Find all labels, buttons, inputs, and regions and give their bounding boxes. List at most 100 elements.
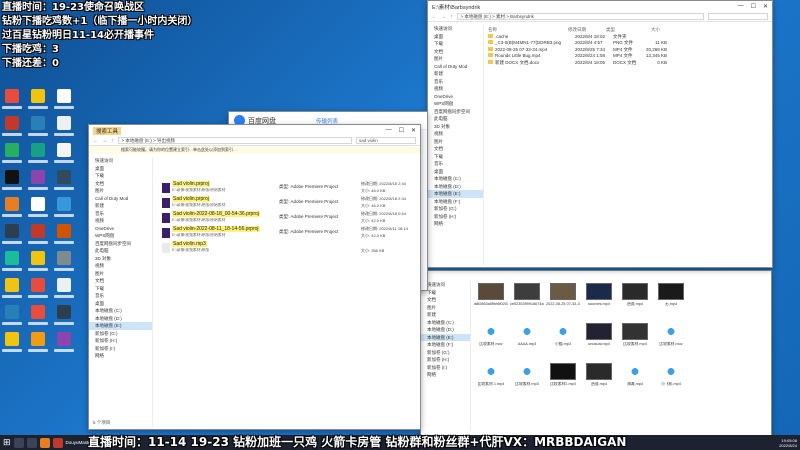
desktop-icon[interactable] (0, 115, 24, 140)
file-thumbnail[interactable]: 小猫.mp3 (545, 323, 581, 361)
nav-item[interactable]: 图片 (428, 55, 483, 63)
nav-item[interactable]: 3D 对象 (89, 255, 152, 263)
file-thumbnail[interactable]: 2022-08-25 07-33-34.mp4 (545, 283, 581, 321)
nav-item[interactable]: Call of Duty Mod (428, 63, 483, 71)
desktop-icon[interactable] (52, 277, 76, 302)
file-thumbnail[interactable]: 比较素材.mov (473, 323, 509, 361)
file-thumbnail[interactable]: 逍遥.mp4 (581, 363, 617, 401)
desktop-icon[interactable] (26, 115, 50, 140)
nav-item[interactable]: 下载 (421, 289, 470, 297)
explorer-top-window[interactable]: E:\素材\Barbsyndrik — ☐ ✕ ← → ↑ > 本地磁盘 (E:) > … (427, 0, 773, 268)
nav-item[interactable]: 下载 (89, 285, 152, 293)
nav-item[interactable]: 桌面 (428, 33, 483, 41)
nav-item[interactable]: 图片 (89, 187, 152, 195)
nav-item[interactable]: 此电脑 (428, 115, 483, 123)
up-icon[interactable]: ↑ (111, 138, 114, 144)
address-bar[interactable]: > 本地磁盘 (E:) > 素材 > Barbsyndrik (456, 13, 704, 20)
desktop-icon[interactable] (0, 250, 24, 275)
nav-item[interactable]: 音乐 (428, 78, 483, 86)
nav-item[interactable]: 新加卷 (I:) (89, 345, 152, 353)
nav-item[interactable]: 桌面 (428, 168, 483, 176)
search-result[interactable]: Sad violin.prproj E:\录像\视频素材\原版\原始素材 类型: A… (161, 196, 416, 210)
desktop-icon[interactable] (26, 169, 50, 194)
nav-item[interactable]: 新加卷 (G:) (428, 205, 483, 213)
nav-item[interactable]: 文档 (89, 277, 152, 285)
file-thumbnail[interactable]: unusual.mp4 (581, 323, 617, 361)
nav-item[interactable]: 新建 (428, 70, 483, 78)
desktop-icon[interactable] (52, 223, 76, 248)
file-thumbnail[interactable]: ce5235399918674a66722f3b1c578b8b0d.gif (509, 283, 545, 321)
file-thumbnail[interactable]: sources.mp4 (581, 283, 617, 321)
nav-item[interactable]: 本地磁盘 (C:) (89, 307, 152, 315)
clock-date[interactable]: 2022/8/24 (779, 443, 797, 448)
desktop-icon[interactable] (0, 88, 24, 113)
nav-item[interactable]: 百度网盘同步空间 (89, 240, 152, 248)
app-icon[interactable] (52, 437, 63, 448)
desktop-icon[interactable] (52, 88, 76, 113)
explorer-search-window[interactable]: 搜索工具 — ☐ ✕ ← → ↑ > 本地磁盘 (E:) > 导出视频 sad viol… (88, 124, 421, 430)
nav-item[interactable]: OneDrive (89, 225, 152, 233)
file-thumbnail[interactable]: d8f2863a5f9e6f02539c1b11a65ad0037.gif (473, 283, 509, 321)
nav-item-selected[interactable]: 本地磁盘 (E:) (421, 333, 470, 341)
search-result[interactable]: Sad violin.prproj E:\录像\视频素材\原版\原始素材 类型: A… (161, 181, 416, 195)
desktop-icon[interactable] (0, 223, 24, 248)
file-thumbnail[interactable]: 比较素材.mp4 (617, 323, 653, 361)
desktop-icon[interactable] (0, 304, 24, 329)
desktop-icon[interactable] (0, 169, 24, 194)
nav-item[interactable]: 图片 (428, 138, 483, 146)
back-icon[interactable]: ← (432, 14, 437, 20)
search-icon[interactable] (13, 437, 24, 448)
desktop-icon[interactable] (0, 142, 24, 167)
search-input[interactable]: sad violin (356, 137, 416, 144)
nav-item[interactable]: WPS网盘 (428, 100, 483, 108)
nav-item[interactable]: 音乐 (428, 160, 483, 168)
desktop-icon[interactable] (26, 304, 50, 329)
desktop-icon[interactable] (52, 250, 76, 275)
nav-item[interactable]: 新建 (89, 202, 152, 210)
nav-item[interactable]: 文档 (89, 180, 152, 188)
clock-time[interactable]: 19:05:08 (779, 438, 797, 443)
file-thumbnail[interactable]: 比较素材2.mp4 (545, 363, 581, 401)
nav-item[interactable]: 新加卷 (I:) (421, 364, 470, 372)
nav-item[interactable]: 视频 (89, 262, 152, 270)
forward-icon[interactable]: → (102, 138, 107, 144)
back-icon[interactable]: ← (93, 138, 98, 144)
nav-item[interactable]: 本地磁盘 (D:) (421, 326, 470, 334)
forward-icon[interactable]: → (441, 14, 446, 20)
file-thumbnail[interactable]: 比较素材.1.mp4 (473, 363, 509, 401)
file-thumbnail[interactable]: 小飞机.mp4 (653, 363, 689, 401)
nav-item[interactable]: 视频 (428, 85, 483, 93)
file-thumbnail[interactable]: 无.mp4 (653, 283, 689, 321)
desktop-icon[interactable] (26, 277, 50, 302)
nav-item[interactable]: OneDrive (428, 93, 483, 101)
nav-item[interactable]: 本地磁盘 (F:) (421, 341, 470, 349)
nav-item[interactable]: 视频 (89, 217, 152, 225)
ribbon-tab[interactable]: 搜索工具 (93, 126, 122, 135)
search-result[interactable]: Sad violin-2022-08-11_18-14-56.prproj E:\… (161, 226, 416, 240)
search-result[interactable]: Sad violin.mp3 E:\录像\视频素材\原版 大小: 356 KB (161, 241, 416, 255)
nav-item[interactable]: Call of Duty Mod (89, 195, 152, 203)
desktop-icon[interactable] (26, 196, 50, 221)
nav-item[interactable]: 新加卷 (G:) (89, 330, 152, 338)
nav-item[interactable]: 本地磁盘 (D:) (89, 315, 152, 323)
nav-item[interactable]: 3D 对象 (428, 123, 483, 131)
desktop-icon[interactable] (52, 196, 76, 221)
file-thumbnail[interactable]: 比较素材.mp3 (509, 363, 545, 401)
desktop-icon[interactable] (52, 331, 76, 356)
desktop-icon[interactable] (26, 331, 50, 356)
nav-item[interactable]: WPS网盘 (89, 232, 152, 240)
nav-item[interactable]: 本地磁盘 (C:) (421, 319, 470, 327)
table-row[interactable]: 新建 DOCX 文档.docx 2022/8/4 18:05 DOCX 文档 0 KB (488, 59, 667, 67)
nav-item[interactable]: 下载 (428, 153, 483, 161)
search-input[interactable] (708, 13, 768, 20)
search-result[interactable]: Sad violin-2022-08-18_00-54-36.prproj E:\… (161, 211, 416, 225)
up-icon[interactable]: ↑ (450, 14, 453, 20)
address-bar[interactable]: > 本地磁盘 (E:) > 导出视频 (117, 137, 352, 144)
nav-item[interactable]: 网络 (428, 220, 483, 228)
file-thumbnail[interactable]: AAAA.mp3 (509, 323, 545, 361)
desktop-icon[interactable] (0, 331, 24, 356)
file-thumbnail[interactable]: 逍遥.mp4 (617, 283, 653, 321)
desktop-icon[interactable] (0, 196, 24, 221)
index-info-bar[interactable]: 搜索可能较慢。请为你的位置建立索引…单击此处以添加到索引… (89, 146, 420, 154)
nav-item[interactable]: 此电脑 (89, 247, 152, 255)
